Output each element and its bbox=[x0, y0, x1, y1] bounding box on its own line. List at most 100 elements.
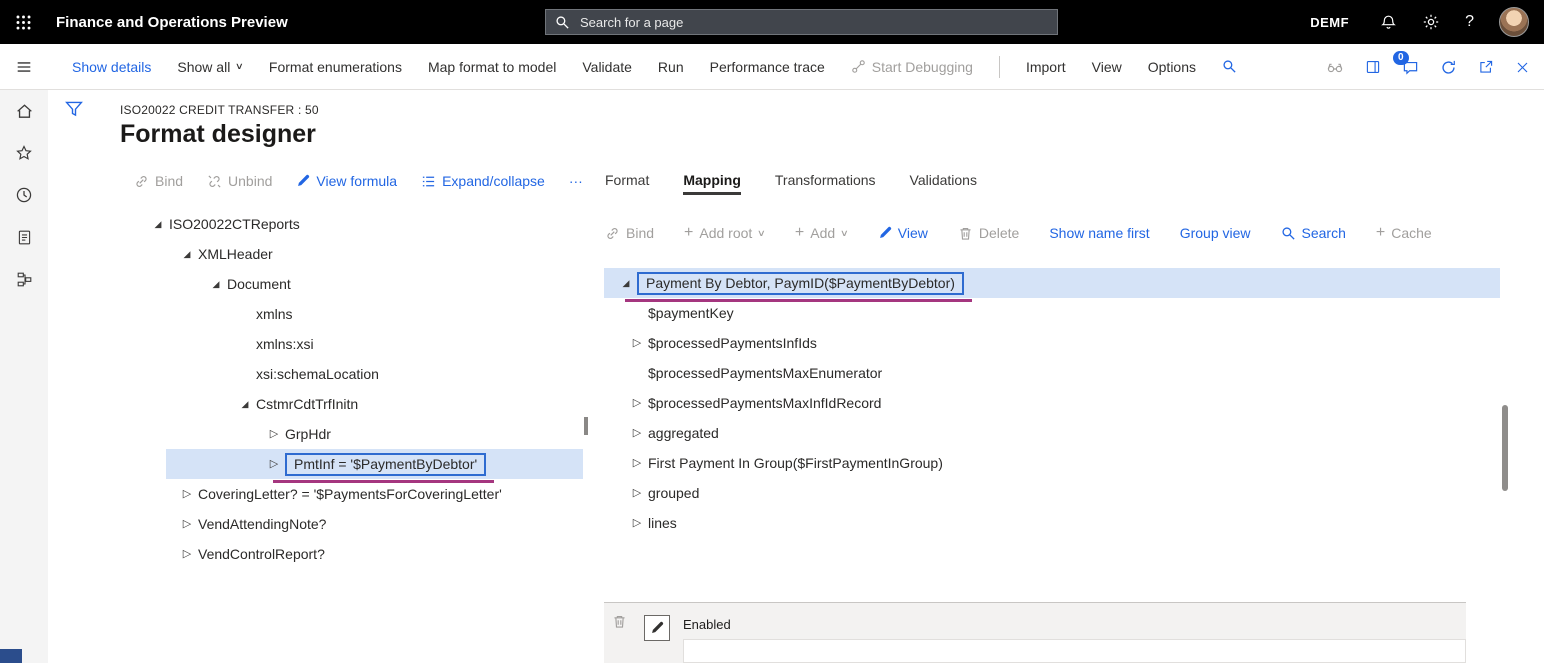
tree-node[interactable]: ◢XMLHeader bbox=[120, 239, 583, 269]
import-button[interactable]: Import bbox=[1026, 59, 1066, 75]
tree-node[interactable]: ▷VendAttendingNote? bbox=[120, 509, 583, 539]
tab-transformations[interactable]: Transformations bbox=[775, 172, 876, 195]
show-all-button[interactable]: Show all∨ bbox=[177, 59, 243, 75]
add-button[interactable]: +Add∨ bbox=[795, 225, 848, 241]
expand-icon[interactable]: ▷ bbox=[266, 429, 282, 440]
collapse-icon[interactable]: ◢ bbox=[179, 250, 195, 259]
popout-button[interactable] bbox=[1478, 59, 1494, 75]
recent-button[interactable] bbox=[0, 174, 48, 216]
tree-node[interactable]: ◢Payment By Debtor, PaymID($PaymentByDeb… bbox=[604, 268, 1500, 298]
bind-button[interactable]: Bind bbox=[134, 173, 183, 189]
collapse-icon[interactable]: ◢ bbox=[150, 220, 166, 229]
bind-button[interactable]: Bind bbox=[605, 225, 654, 241]
tree-node[interactable]: xmlns:xsi bbox=[120, 329, 583, 359]
search-button[interactable]: Search bbox=[1281, 225, 1346, 241]
favorites-button[interactable] bbox=[0, 132, 48, 174]
glasses-icon bbox=[1326, 58, 1344, 76]
view-formula-button[interactable]: View formula bbox=[296, 173, 397, 189]
tree-node[interactable]: ▷aggregated bbox=[604, 418, 1500, 448]
messages-button[interactable]: 0 bbox=[1402, 59, 1419, 76]
nav-menu-button[interactable] bbox=[0, 44, 48, 90]
scrollbar-thumb[interactable] bbox=[1502, 405, 1508, 491]
more-options-button[interactable]: ··· bbox=[569, 173, 583, 189]
search-input[interactable] bbox=[578, 14, 1048, 31]
expand-icon[interactable]: ▷ bbox=[629, 338, 645, 349]
expand-icon[interactable]: ▷ bbox=[266, 459, 282, 470]
tree-node[interactable]: ▷lines bbox=[604, 508, 1500, 538]
options-button[interactable]: Options bbox=[1148, 59, 1196, 75]
app-launcher-button[interactable] bbox=[0, 0, 46, 44]
find-button[interactable] bbox=[1222, 59, 1237, 74]
validate-button[interactable]: Validate bbox=[582, 59, 632, 75]
close-button[interactable] bbox=[1515, 60, 1530, 75]
delete-button[interactable]: Delete bbox=[958, 225, 1019, 241]
tree-node[interactable]: ▷grouped bbox=[604, 478, 1500, 508]
tree-node[interactable]: ▷First Payment In Group($FirstPaymentInG… bbox=[604, 448, 1500, 478]
view-button[interactable]: View bbox=[1092, 59, 1122, 75]
expand-icon[interactable]: ▷ bbox=[629, 428, 645, 439]
show-name-first-button[interactable]: Show name first bbox=[1049, 225, 1149, 241]
group-view-button[interactable]: Group view bbox=[1180, 225, 1251, 241]
tree-node[interactable]: xmlns bbox=[120, 299, 583, 329]
enabled-field[interactable] bbox=[683, 639, 1466, 663]
refresh-button[interactable] bbox=[1440, 59, 1457, 76]
run-button[interactable]: Run bbox=[658, 59, 684, 75]
tab-validations[interactable]: Validations bbox=[910, 172, 977, 195]
tab-format[interactable]: Format bbox=[605, 172, 649, 195]
mapping-tree: ◢Payment By Debtor, PaymID($PaymentByDeb… bbox=[604, 268, 1500, 538]
tree-node[interactable]: ◢CstmrCdtTrfInitn bbox=[120, 389, 583, 419]
collapse-icon[interactable]: ◢ bbox=[237, 400, 253, 409]
avatar[interactable] bbox=[1499, 7, 1529, 37]
expand-icon[interactable]: ▷ bbox=[629, 398, 645, 409]
tree-node[interactable]: ▷$processedPaymentsMaxInfIdRecord bbox=[604, 388, 1500, 418]
search-icon bbox=[1222, 59, 1237, 74]
expand-icon[interactable]: ▷ bbox=[179, 549, 195, 560]
delete-record-button[interactable] bbox=[612, 614, 627, 634]
expand-collapse-button[interactable]: Expand/collapse bbox=[421, 173, 545, 189]
home-button[interactable] bbox=[0, 90, 48, 132]
show-details-button[interactable]: Show details bbox=[72, 59, 151, 75]
tree-node[interactable]: xsi:schemaLocation bbox=[120, 359, 583, 389]
tree-node[interactable]: ▷GrpHdr bbox=[120, 419, 583, 449]
tree-node[interactable]: $processedPaymentsMaxEnumerator bbox=[604, 358, 1500, 388]
expand-icon[interactable]: ▷ bbox=[179, 519, 195, 530]
pane-splitter-handle[interactable] bbox=[584, 417, 588, 435]
expand-icon[interactable]: ▷ bbox=[629, 488, 645, 499]
format-enumerations-button[interactable]: Format enumerations bbox=[269, 59, 402, 75]
toolbar-item-label: Bind bbox=[155, 173, 183, 189]
add-root-button[interactable]: +Add root∨ bbox=[684, 225, 765, 241]
filter-button[interactable] bbox=[64, 99, 84, 124]
settings-button[interactable] bbox=[1422, 13, 1440, 31]
tree-node[interactable]: $paymentKey bbox=[604, 298, 1500, 328]
tree-node[interactable]: ◢ISO20022CTReports bbox=[120, 209, 583, 239]
task-recorder-button[interactable] bbox=[1326, 58, 1344, 76]
toolbar-item-label: Show name first bbox=[1049, 225, 1149, 241]
tab-mapping[interactable]: Mapping bbox=[683, 172, 741, 195]
help-button[interactable]: ? bbox=[1465, 14, 1474, 30]
toolbar-item-label: View formula bbox=[316, 173, 397, 189]
page-search-box[interactable] bbox=[545, 9, 1058, 35]
expand-icon[interactable]: ▷ bbox=[179, 489, 195, 500]
workspaces-button[interactable] bbox=[0, 258, 48, 300]
collapse-icon[interactable]: ◢ bbox=[618, 279, 634, 288]
top-bar: Finance and Operations Preview DEMF ? bbox=[0, 0, 1544, 44]
tree-node[interactable]: ▷PmtInf = '$PaymentByDebtor' bbox=[120, 449, 583, 479]
edit-formula-button[interactable] bbox=[644, 615, 670, 641]
tree-node[interactable]: ▷VendControlReport? bbox=[120, 539, 583, 569]
search-icon bbox=[1281, 226, 1296, 241]
cache-button[interactable]: +Cache bbox=[1376, 225, 1432, 241]
sidepane-button[interactable] bbox=[1365, 59, 1381, 75]
collapse-icon[interactable]: ◢ bbox=[208, 280, 224, 289]
view-button[interactable]: View bbox=[878, 225, 928, 241]
unbind-button[interactable]: Unbind bbox=[207, 173, 272, 189]
tree-node[interactable]: ▷CoveringLetter? = '$PaymentsForCovering… bbox=[120, 479, 583, 509]
map-format-to-model-button[interactable]: Map format to model bbox=[428, 59, 556, 75]
expand-icon[interactable]: ▷ bbox=[629, 458, 645, 469]
tree-node[interactable]: ▷$processedPaymentsInfIds bbox=[604, 328, 1500, 358]
forms-button[interactable] bbox=[0, 216, 48, 258]
expand-icon[interactable]: ▷ bbox=[629, 518, 645, 529]
notifications-button[interactable] bbox=[1380, 14, 1397, 31]
performance-trace-button[interactable]: Performance trace bbox=[710, 59, 825, 75]
tree-node[interactable]: ◢Document bbox=[120, 269, 583, 299]
start-debugging-button[interactable]: Start Debugging bbox=[851, 59, 973, 75]
